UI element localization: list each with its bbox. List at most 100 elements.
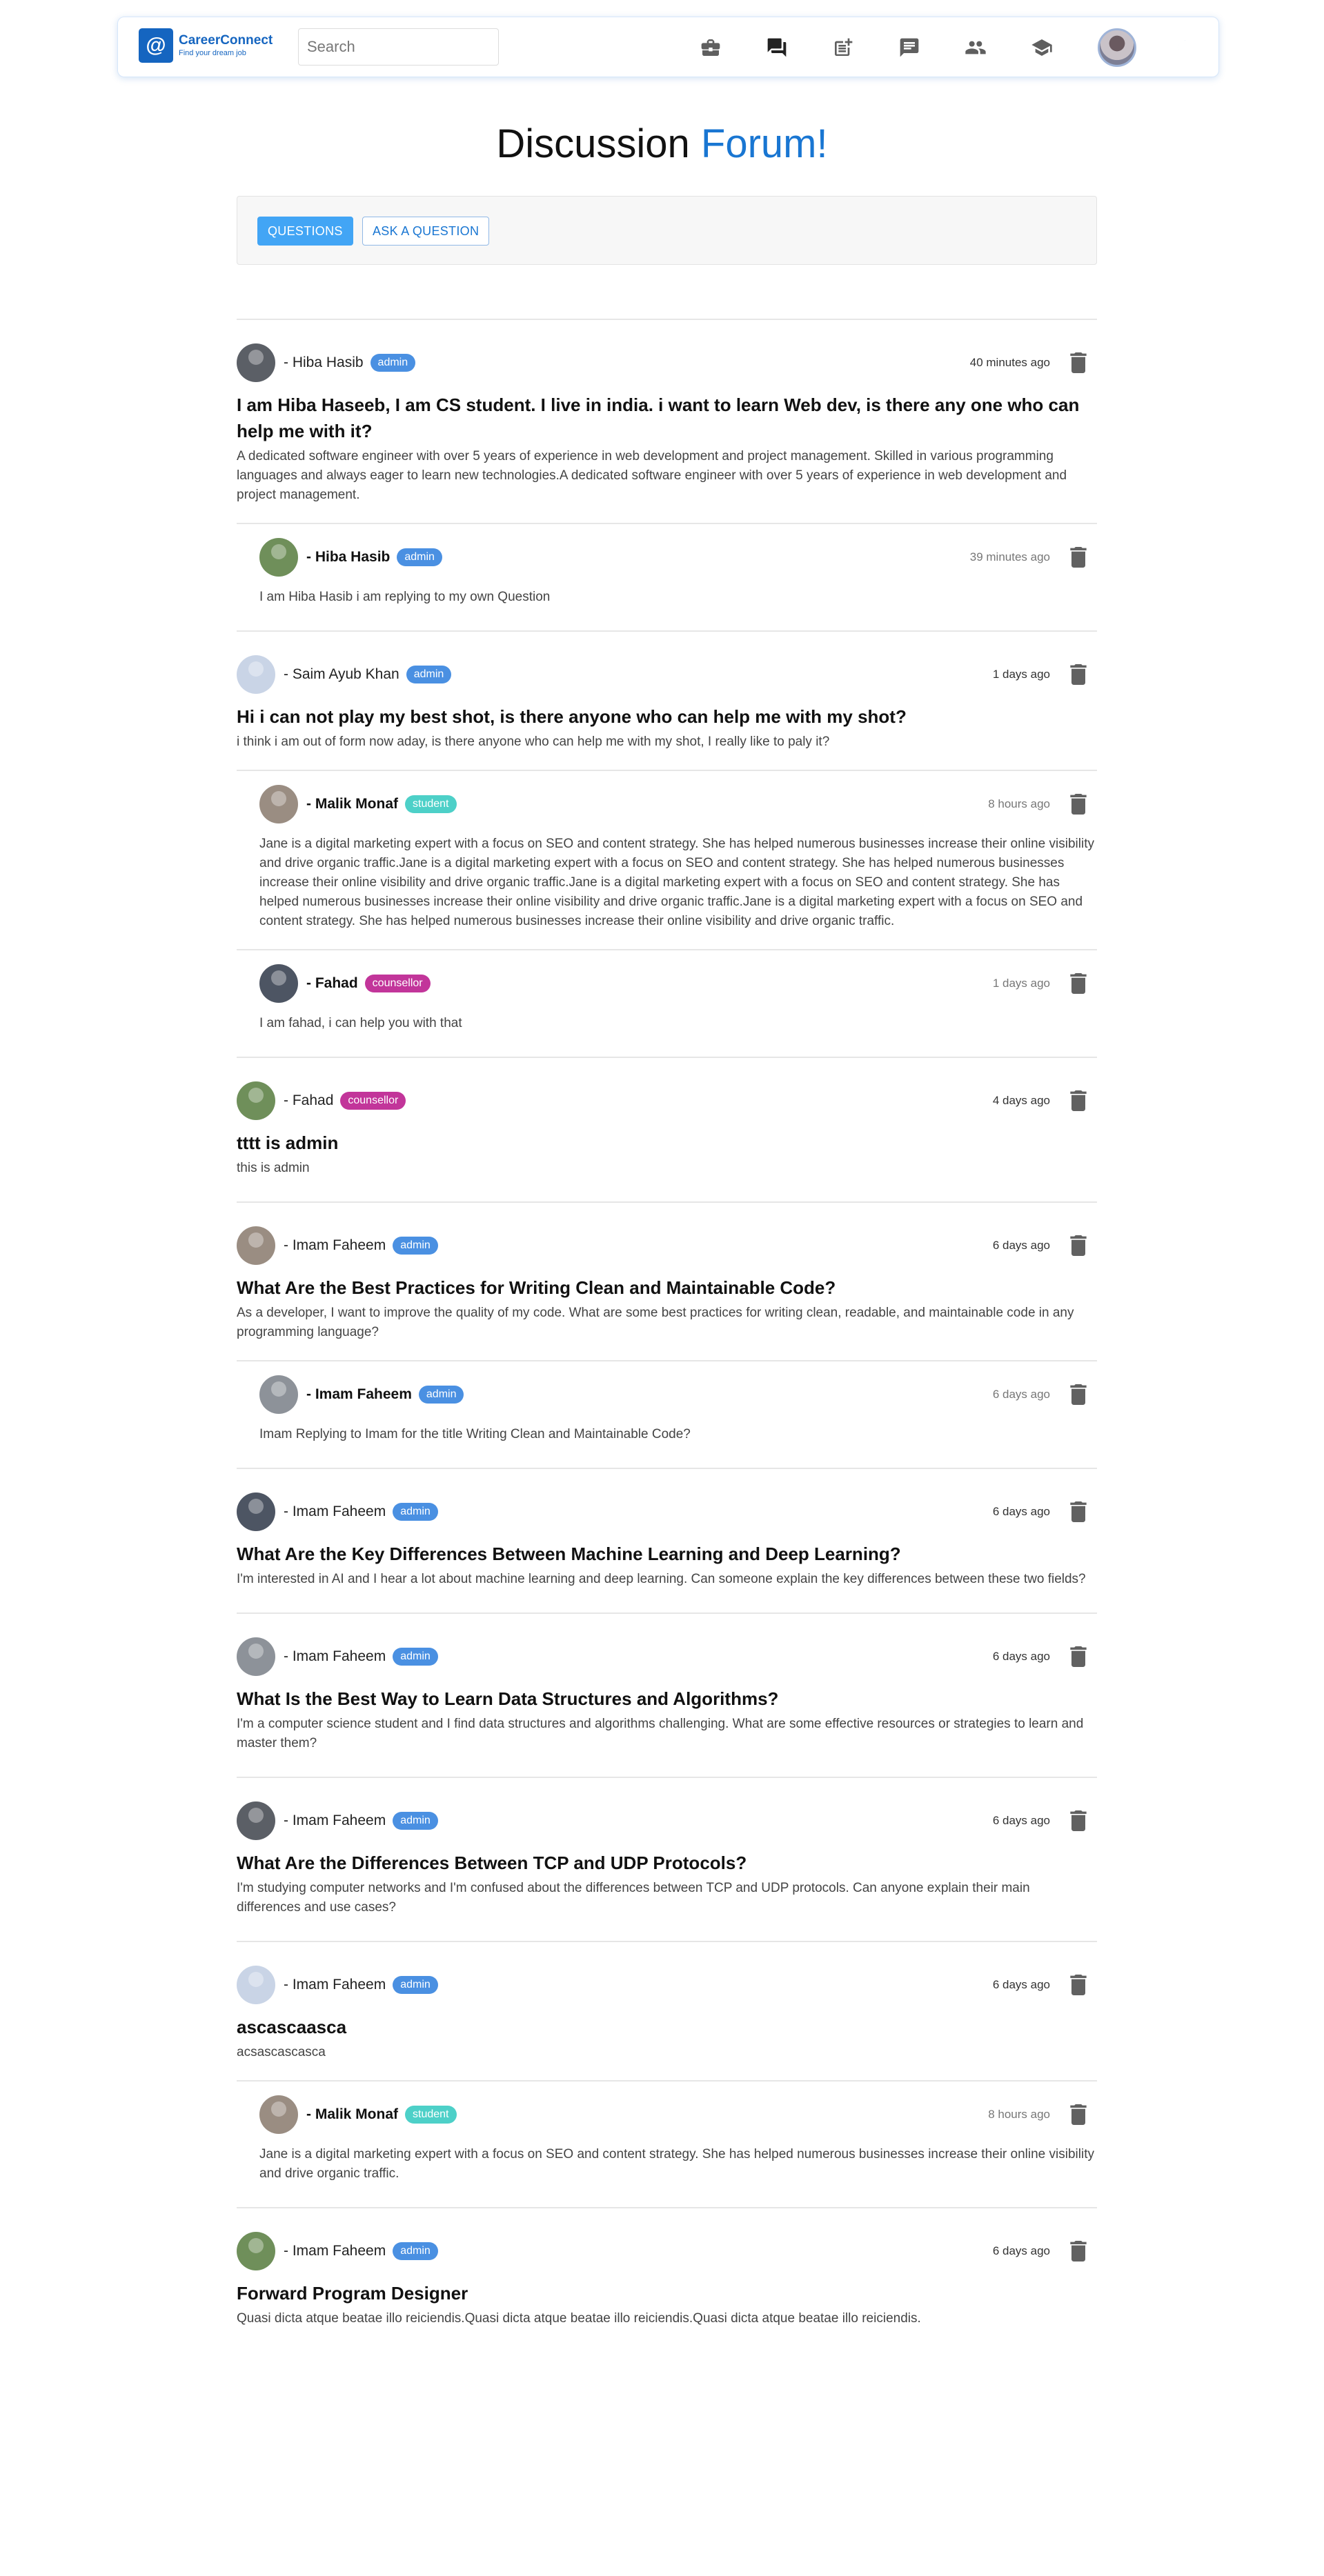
delete-icon[interactable] xyxy=(1068,1975,1089,1995)
role-badge: admin xyxy=(393,1648,438,1666)
delete-icon[interactable] xyxy=(1068,1646,1089,1667)
author-name[interactable]: - Hiba Hasib xyxy=(306,549,390,566)
question-title[interactable]: What Are the Best Practices for Writing … xyxy=(237,1275,1097,1301)
reply-body: I am fahad, i can help you with that xyxy=(259,1016,462,1030)
timestamp: 1 days ago xyxy=(992,977,1050,990)
chat-icon[interactable] xyxy=(897,35,922,60)
moon-icon[interactable] xyxy=(1172,35,1196,60)
delete-icon[interactable] xyxy=(1068,1810,1089,1831)
question-title[interactable]: Hi i can not play my best shot, is there… xyxy=(237,703,1097,730)
post-add-icon[interactable] xyxy=(831,35,856,60)
delete-icon[interactable] xyxy=(1068,794,1089,815)
author-avatar[interactable] xyxy=(237,1801,275,1840)
delete-icon[interactable] xyxy=(1068,2104,1089,2125)
reply-card: - Fahad counsellor 1 days ago I am fahad, i… xyxy=(259,950,1097,1033)
author-avatar[interactable] xyxy=(237,1966,275,2004)
author-avatar[interactable] xyxy=(259,1375,298,1414)
role-badge: admin xyxy=(393,2242,438,2260)
delete-icon[interactable] xyxy=(1068,664,1089,685)
role-badge: student xyxy=(405,795,457,813)
question-title[interactable]: ascascaasca xyxy=(237,2014,1097,2040)
question-title[interactable]: What Is the Best Way to Learn Data Struc… xyxy=(237,1686,1097,1712)
reply-body: Imam Replying to Imam for the title Writ… xyxy=(259,1427,691,1441)
question-body: I'm interested in AI and I hear a lot ab… xyxy=(237,1572,1086,1586)
author-name[interactable]: - Imam Faheem xyxy=(284,1813,386,1829)
delete-icon[interactable] xyxy=(1068,352,1089,373)
author-avatar[interactable] xyxy=(259,2095,298,2134)
timestamp: 6 days ago xyxy=(992,1239,1050,1252)
question-header: - Imam Faheem admin 6 days ago xyxy=(237,2232,1097,2270)
school-icon[interactable] xyxy=(1029,35,1054,60)
question-body: acsascascasca xyxy=(237,2045,326,2059)
page-title: Discussion Forum! xyxy=(0,121,1324,167)
reply-card: - Malik Monaf student 8 hours ago Jane is a… xyxy=(259,771,1097,931)
role-badge: admin xyxy=(393,1503,438,1521)
author-name[interactable]: - Hiba Hasib xyxy=(284,355,364,371)
role-badge: admin xyxy=(418,1386,464,1404)
reply-body: Jane is a digital marketing expert with … xyxy=(259,2147,1094,2181)
reply-header: - Malik Monaf student 8 hours ago xyxy=(259,785,1097,823)
question-title[interactable]: What Are the Key Differences Between Mac… xyxy=(237,1541,1097,1567)
author-name[interactable]: - Saim Ayub Khan xyxy=(284,666,399,683)
author-name[interactable]: - Imam Faheem xyxy=(284,1237,386,1254)
author-avatar[interactable] xyxy=(237,1226,275,1265)
reply-card: - Malik Monaf student 8 hours ago Jane is a… xyxy=(259,2081,1097,2184)
question-body: I'm studying computer networks and I'm c… xyxy=(237,1881,1030,1915)
delete-icon[interactable] xyxy=(1068,1384,1089,1405)
tab-questions[interactable]: QUESTIONS xyxy=(257,217,353,246)
question-title[interactable]: tttt is admin xyxy=(237,1130,1097,1156)
top-navbar: @ CareerConnect Find your dream job xyxy=(117,17,1219,77)
delete-icon[interactable] xyxy=(1068,547,1089,568)
author-avatar[interactable] xyxy=(237,1081,275,1120)
author-avatar[interactable] xyxy=(237,2232,275,2270)
question-title[interactable]: Forward Program Designer xyxy=(237,2280,1097,2306)
reply-card: - Hiba Hasib admin 39 minutes ago I am Hiba… xyxy=(259,524,1097,607)
author-name[interactable]: - Imam Faheem xyxy=(284,1977,386,1993)
people-icon[interactable] xyxy=(963,35,988,60)
author-name[interactable]: - Imam Faheem xyxy=(306,1386,412,1403)
author-avatar[interactable] xyxy=(237,1637,275,1676)
author-name[interactable]: - Imam Faheem xyxy=(284,1504,386,1520)
forum-icon[interactable] xyxy=(764,35,789,60)
delete-icon[interactable] xyxy=(1068,1090,1089,1111)
author-name[interactable]: - Malik Monaf xyxy=(306,2106,398,2123)
reply-card: - Imam Faheem admin 6 days ago Imam Replyin… xyxy=(259,1361,1097,1444)
delete-icon[interactable] xyxy=(1068,2241,1089,2262)
delete-icon[interactable] xyxy=(1068,1235,1089,1256)
timestamp: 8 hours ago xyxy=(988,797,1050,810)
author-name[interactable]: - Imam Faheem xyxy=(284,1648,386,1665)
author-avatar[interactable] xyxy=(237,655,275,694)
author-name[interactable]: - Imam Faheem xyxy=(284,2243,386,2259)
author-avatar[interactable] xyxy=(237,343,275,382)
timestamp: 6 days ago xyxy=(992,1650,1050,1663)
author-name[interactable]: - Fahad xyxy=(284,1092,333,1109)
author-name[interactable]: - Fahad xyxy=(306,975,358,992)
logo-tagline: Find your dream job xyxy=(179,49,246,57)
question-header: - Fahad counsellor 4 days ago xyxy=(237,1081,1097,1120)
timestamp: 6 days ago xyxy=(992,2244,1050,2257)
question-title[interactable]: I am Hiba Haseeb, I am CS student. I liv… xyxy=(237,392,1097,444)
question-body: Quasi dicta atque beatae illo reiciendis… xyxy=(237,2311,921,2326)
question-header: - Imam Faheem admin 6 days ago xyxy=(237,1801,1097,1840)
question-card: - Hiba Hasib admin 40 minutes ago I am Hiba… xyxy=(237,320,1097,630)
delete-icon[interactable] xyxy=(1068,1501,1089,1522)
timestamp: 8 hours ago xyxy=(988,2108,1050,2121)
author-name[interactable]: - Malik Monaf xyxy=(306,796,398,812)
question-title[interactable]: What Are the Differences Between TCP and… xyxy=(237,1850,1097,1876)
user-avatar[interactable] xyxy=(1098,28,1136,67)
search-input[interactable] xyxy=(298,28,499,66)
delete-icon[interactable] xyxy=(1068,973,1089,994)
question-header: - Imam Faheem admin 6 days ago xyxy=(237,1226,1097,1265)
role-badge: student xyxy=(405,2106,457,2124)
timestamp: 6 days ago xyxy=(992,1505,1050,1518)
author-avatar[interactable] xyxy=(237,1492,275,1531)
author-avatar[interactable] xyxy=(259,964,298,1003)
reply-header: - Malik Monaf student 8 hours ago xyxy=(259,2095,1097,2134)
author-avatar[interactable] xyxy=(259,538,298,577)
tab-ask-question[interactable]: ASK A QUESTION xyxy=(362,217,490,246)
logo[interactable]: @ CareerConnect Find your dream job xyxy=(139,28,273,63)
timestamp: 6 days ago xyxy=(992,1388,1050,1401)
briefcase-icon[interactable] xyxy=(698,35,723,60)
role-badge: admin xyxy=(393,1812,438,1830)
author-avatar[interactable] xyxy=(259,785,298,823)
